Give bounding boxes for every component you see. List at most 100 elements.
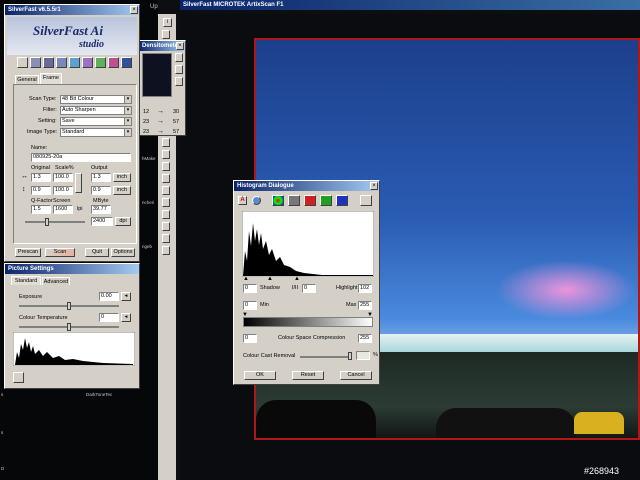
name-field[interactable]: 080925-20a [31,153,131,162]
histogram-chart-icon[interactable] [360,195,372,206]
channel-green-icon[interactable] [320,195,332,206]
tab-general[interactable]: General [15,75,39,84]
dpi-field[interactable]: 2400 [91,217,113,226]
tool-icon-17[interactable] [162,222,170,231]
shadow-marker[interactable]: ▲ [243,276,249,282]
scale-width-field[interactable]: 100.0 [53,173,73,182]
desktop-icon-label-2[interactable]: ncheri [142,200,154,205]
desktop-icon-label-3[interactable]: ngeb [142,244,152,249]
densito-icon-1[interactable] [175,53,183,62]
tool-icon-18[interactable] [162,234,170,243]
scale-height-field[interactable]: 100.0 [53,186,73,195]
channel-blue-icon[interactable] [336,195,348,206]
tool-row-icon-1[interactable] [17,57,28,68]
tool-icon-15[interactable] [162,198,170,207]
exposure-stepper[interactable]: ◂ [121,292,131,301]
filter-select[interactable]: Auto Sharpen ▾ [60,106,132,115]
csc-left-marker[interactable]: ▼ [242,312,248,318]
unit-width-button[interactable]: inch [113,173,131,182]
tool-row-icon-3[interactable] [43,57,54,68]
densitometer-close-icon[interactable]: × [176,42,184,50]
resolution-slider-track[interactable] [25,221,85,223]
dpi-unit-button[interactable]: dpi [115,217,131,226]
densito-row2-in: 23 [143,119,150,125]
output-width-field[interactable]: 1.3 [91,173,111,182]
tab-frame[interactable]: Frame [40,73,62,84]
tool-icon-14[interactable] [162,186,170,195]
cancel-button[interactable]: Cancel [340,371,372,380]
scan-info-button[interactable]: i [163,18,172,27]
mid-field[interactable]: 0 [302,284,316,293]
main-window: SilverFast v6.5.5r1 × SilverFast Ai stud… [4,4,140,262]
exposure-field[interactable]: 0.00 [99,292,119,301]
csc-right-marker[interactable]: ▼ [367,312,373,318]
resolution-slider-thumb[interactable] [45,218,49,226]
desktop-icon-label-4[interactable]: hMake [142,156,156,161]
colour-temp-slider-thumb[interactable] [67,323,71,331]
image-type-select[interactable]: Standard ▾ [60,128,132,137]
original-height-field[interactable]: 0.9 [31,186,51,195]
auto-icon[interactable]: A [238,196,247,205]
tool-icon-16[interactable] [162,210,170,219]
qfactor-field[interactable]: 1.5 [31,205,51,214]
histogram-expand-icon[interactable] [13,372,24,383]
ok-button[interactable]: OK [244,371,276,380]
quit-button[interactable]: Quit [85,248,109,257]
colour-cast-field[interactable] [356,351,370,360]
scan-window: SilverFast MICROTEK ArtixScan F1 i [158,0,640,480]
tool-row-icon-4[interactable] [56,57,67,68]
colour-cast-slider-thumb[interactable] [348,352,352,360]
reset-icon[interactable] [252,196,261,205]
unit-height-button[interactable]: inch [113,186,131,195]
csc-left-field[interactable]: 0 [243,334,257,343]
options-button[interactable]: Options [111,248,135,257]
tab-standard[interactable]: Standard [11,276,41,285]
exposure-slider-thumb[interactable] [67,302,71,310]
channel-red-icon[interactable] [304,195,316,206]
densito-row1-in: 12 [143,109,150,115]
scan-type-select[interactable]: 48 Bit Colour ▾ [60,95,132,104]
setting-select[interactable]: Save ▾ [60,117,132,126]
desktop-icon-label[interactable]: DarkToneTec [86,392,112,397]
max-field[interactable]: 255 [358,301,372,310]
min-field[interactable]: 0 [243,301,257,310]
tool-row-icon-8[interactable] [108,57,119,68]
exposure-label: Exposure [19,294,43,300]
prescan-button[interactable]: Prescan [15,248,41,257]
highlight-field[interactable]: 102 [358,284,372,293]
histogram-close-icon[interactable]: × [370,182,378,190]
tool-icon-12[interactable] [162,162,170,171]
densito-icon-3[interactable] [175,77,183,86]
histogram-title: Histogram Dialogue [234,181,379,191]
colour-temp-field[interactable]: 0 [99,313,119,322]
tool-row-icon-7[interactable] [95,57,106,68]
gradient-bar[interactable] [243,317,373,327]
tool-icon-11[interactable] [162,150,170,159]
link-icon[interactable] [75,173,82,193]
csc-right-field[interactable]: 255 [358,334,372,343]
tool-row-icon-9[interactable] [121,57,132,68]
original-width-field[interactable]: 1.3 [31,173,51,182]
tab-advanced[interactable]: Advanced [42,277,70,285]
scan-button[interactable]: Scan [45,248,75,257]
tool-row-icon-5[interactable] [69,57,80,68]
tool-row-icon-2[interactable] [30,57,41,68]
densito-icon-2[interactable] [175,65,183,74]
channel-gray-icon[interactable] [288,195,300,206]
mid-marker[interactable]: ▲ [267,276,273,282]
output-height-field[interactable]: 0.9 [91,186,111,195]
screen-field[interactable]: 1600 [53,205,73,214]
reset-button[interactable]: Reset [292,371,324,380]
scan-type-label: Scan Type: [29,96,57,102]
highlight-marker[interactable]: ▲ [294,276,300,282]
main-close-icon[interactable]: × [130,6,138,14]
colour-cast-slider-track[interactable] [300,356,350,358]
tool-icon-1[interactable] [162,30,170,39]
colour-temp-stepper[interactable]: ◂ [121,313,131,322]
shadow-field[interactable]: 0 [243,284,257,293]
tool-icon-10[interactable] [162,138,170,147]
tool-row-icon-6[interactable] [82,57,93,68]
tool-icon-13[interactable] [162,174,170,183]
tool-icon-19[interactable] [162,246,170,255]
channel-rgb-icon[interactable] [272,195,284,206]
